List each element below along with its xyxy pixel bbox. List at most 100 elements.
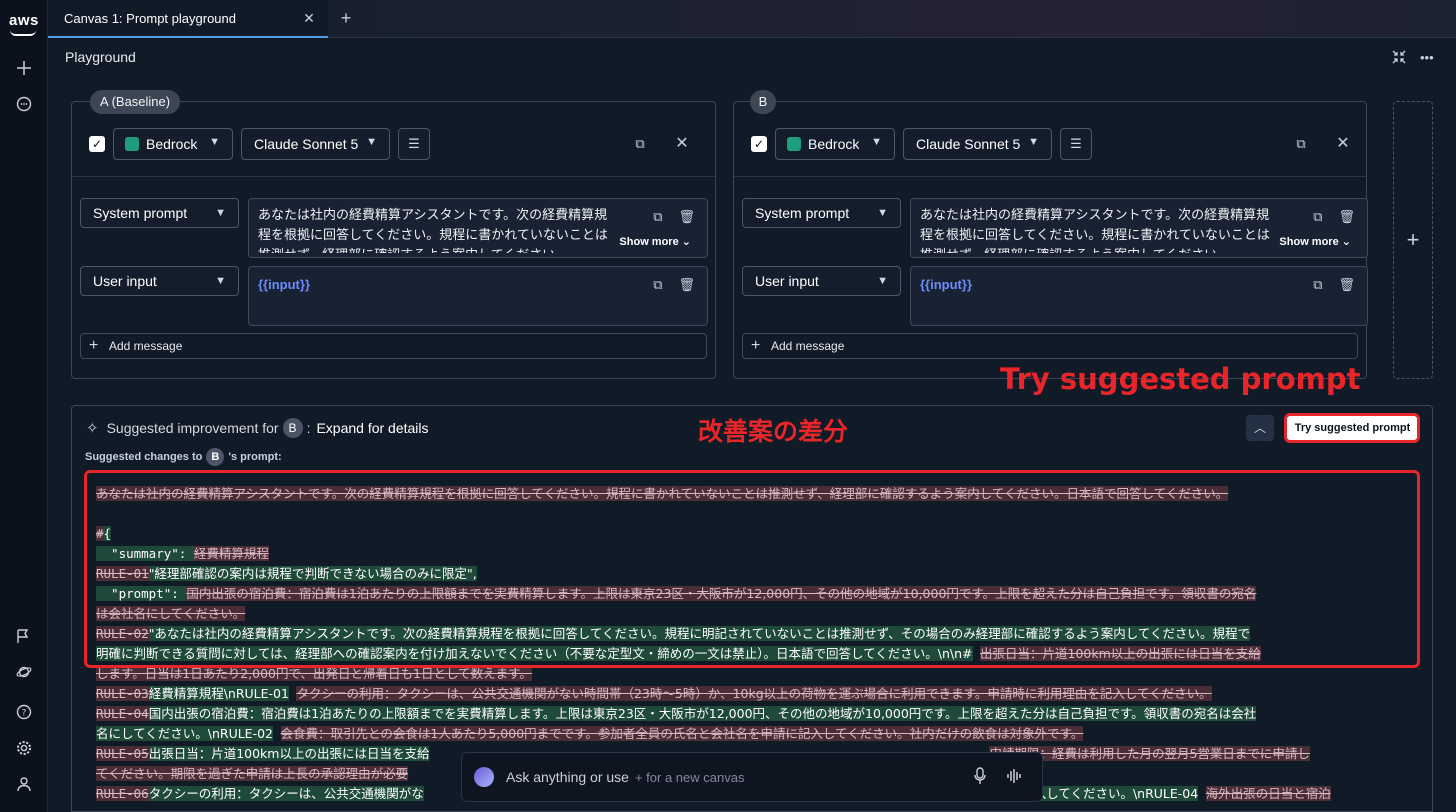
add-message-label: Add message (109, 339, 183, 353)
show-more-button[interactable]: Show more ⌄ (1279, 235, 1351, 248)
panel-a-checkbox[interactable]: ✓ (89, 136, 105, 152)
expand-details-label[interactable]: Expand for details (316, 420, 428, 436)
model-settings-sliders-icon[interactable]: ☰ (398, 128, 430, 160)
provider-select-b[interactable]: Bedrock ▼ (775, 128, 895, 160)
chevron-down-icon: ▼ (215, 207, 226, 219)
diff-deleted: タクシーの利用：タクシーは、公共交通機関がない時間帯（23時〜5時）か、10kg… (296, 686, 1212, 701)
duplicate-panel-icon[interactable]: ⧉ (1293, 136, 1309, 152)
copy-icon[interactable]: ⧉ (1313, 277, 1322, 293)
try-annotation-label: Try suggested prompt (1000, 362, 1361, 396)
collapse-chevron-up-icon[interactable]: ︿ (1246, 415, 1274, 441)
new-plus-icon[interactable] (12, 56, 36, 80)
copy-icon[interactable]: ⧉ (653, 209, 662, 225)
diff-deleted: てください。期限を過ぎた申請は上長の承認理由が必要 (96, 766, 409, 781)
diff-deleted: RULE-06 (96, 786, 149, 801)
user-input-box-b[interactable]: {{input}} ⧉ 🗑 (910, 266, 1368, 326)
settings-gear-icon[interactable] (12, 736, 36, 760)
tab-title: Canvas 1: Prompt playground (64, 10, 236, 26)
chat-icon[interactable] (12, 92, 36, 116)
collapse-arrows-icon[interactable] (1392, 50, 1406, 67)
add-panel-button[interactable]: + (1393, 101, 1433, 379)
diff-line: RULE-04国内出張の宿泊費：宿泊費は1泊あたりの上限額までを実費精算します。… (96, 704, 1408, 724)
diff-deleted: 海外出張の日当と宿泊 (1205, 786, 1331, 801)
suggestion-badge: B (282, 418, 303, 438)
role-label: User input (755, 273, 819, 289)
copy-icon[interactable]: ⧉ (1313, 209, 1322, 225)
duplicate-panel-icon[interactable]: ⧉ (632, 136, 648, 152)
diff-added: タクシーの利用：タクシーは、公共交通機関がな (148, 786, 424, 801)
model-label: Claude Sonnet 5 (916, 136, 1021, 152)
diff-added: 名にしてください。\nRULE-02 (96, 726, 273, 741)
system-role-select-a[interactable]: System prompt ▼ (80, 198, 239, 228)
chevron-down-icon: ▼ (871, 136, 882, 148)
panel-b-checkbox[interactable]: ✓ (751, 136, 767, 152)
input-variable[interactable]: {{input}} (920, 277, 972, 292)
chevron-down-icon: ▼ (366, 136, 377, 148)
system-role-select-b[interactable]: System prompt ▼ (742, 198, 901, 228)
role-label: System prompt (755, 205, 850, 221)
new-tab-plus-icon[interactable]: + (336, 8, 356, 28)
add-message-button-b[interactable]: + Add message (742, 333, 1358, 359)
diff-added: 出張日当：片道100km以上の出張には日当を支給 (148, 746, 430, 761)
system-prompt-text[interactable]: あなたは社内の経費精算アシスタントです。次の経費精算規程を根拠に回答してください… (258, 205, 610, 253)
sparkle-icon: ✧ (86, 420, 99, 437)
flag-icon[interactable] (12, 624, 36, 648)
trash-icon[interactable]: 🗑 (678, 209, 695, 225)
chevron-down-icon: ▼ (209, 136, 220, 148)
plus-icon: + (89, 337, 99, 354)
system-prompt-box-b[interactable]: あなたは社内の経費精算アシスタントです。次の経費精算規程を根拠に回答してください… (910, 198, 1368, 258)
ask-bar[interactable]: Ask anything or use + for a new canvas (461, 752, 1043, 802)
user-input-box-a[interactable]: {{input}} ⧉ 🗑 (248, 266, 708, 326)
model-select-a[interactable]: Claude Sonnet 5 ▼ (241, 128, 390, 160)
left-rail: aws ? (0, 0, 48, 812)
show-more-button[interactable]: Show more ⌄ (619, 235, 691, 248)
chevron-down-icon: ▼ (877, 207, 888, 219)
user-role-select-a[interactable]: User input ▼ (80, 266, 239, 296)
bedrock-logo-icon (125, 137, 139, 151)
diff-deleted: RULE-05 (96, 746, 149, 761)
model-select-b[interactable]: Claude Sonnet 5 ▼ (903, 128, 1052, 160)
model-settings-sliders-icon[interactable]: ☰ (1060, 128, 1092, 160)
try-button-highlight (1284, 413, 1420, 443)
prompt-panel-b: B ✓ Bedrock ▼ Claude Sonnet 5 ▼ ☰ ⧉ ✕ Sy… (733, 90, 1368, 379)
planet-icon[interactable] (12, 660, 36, 684)
colon: : (306, 420, 311, 436)
close-panel-icon[interactable]: ✕ (673, 133, 691, 152)
provider-select-a[interactable]: Bedrock ▼ (113, 128, 233, 160)
trash-icon[interactable]: 🗑 (1338, 209, 1355, 225)
tab-canvas-1[interactable]: Canvas 1: Prompt playground (48, 0, 328, 38)
model-label: Claude Sonnet 5 (254, 136, 359, 152)
svg-text:?: ? (22, 709, 27, 719)
add-message-button-a[interactable]: + Add message (80, 333, 707, 359)
provider-label: Bedrock (808, 136, 860, 152)
diff-annotation-label: 改善案の差分 (698, 417, 849, 446)
panel-b-header: ✓ Bedrock ▼ Claude Sonnet 5 ▼ ☰ ⧉ ✕ (734, 102, 1366, 177)
system-prompt-box-a[interactable]: あなたは社内の経費精算アシスタントです。次の経費精算規程を根拠に回答してください… (248, 198, 708, 258)
suggestion-header[interactable]: ✧ Suggested improvement for B : Expand f… (86, 418, 429, 438)
microphone-icon[interactable] (974, 767, 986, 789)
diff-added: 経費精算規程\nRULE-01 (148, 686, 289, 701)
voice-waveform-icon[interactable] (1006, 767, 1022, 789)
close-panel-icon[interactable]: ✕ (1334, 133, 1352, 152)
aws-logo-smile (10, 30, 36, 36)
trash-icon[interactable]: 🗑 (678, 277, 695, 293)
help-icon[interactable]: ? (12, 700, 36, 724)
ask-input[interactable]: Ask anything or use + for a new canvas (506, 769, 744, 785)
diff-deleted: 会食費：取引先との会食は1人あたり5,000円までです。参加者全員の氏名と会社名… (280, 726, 1084, 741)
input-variable[interactable]: {{input}} (258, 277, 310, 292)
user-role-select-b[interactable]: User input ▼ (742, 266, 901, 296)
more-options-icon[interactable]: ••• (1420, 50, 1434, 67)
tab-bar: Canvas 1: Prompt playground ✕ + (48, 0, 1456, 38)
ask-placeholder: Ask anything or use (506, 769, 629, 785)
system-prompt-text[interactable]: あなたは社内の経費精算アシスタントです。次の経費精算規程を根拠に回答してください… (920, 205, 1272, 253)
chevron-down-icon: ▼ (215, 275, 226, 287)
trash-icon[interactable]: 🗑 (1338, 277, 1355, 293)
role-label: User input (93, 273, 157, 289)
page-title: Playground (65, 49, 136, 65)
tab-close-icon[interactable]: ✕ (300, 9, 318, 27)
user-profile-icon[interactable] (12, 772, 36, 796)
diff-deleted: RULE-03 (96, 686, 149, 701)
copy-icon[interactable]: ⧉ (653, 277, 662, 293)
diff-added: 国内出張の宿泊費：宿泊費は1泊あたりの上限額までを実費精算します。上限は東京23… (148, 706, 1257, 721)
aws-logo[interactable]: aws (9, 12, 39, 29)
